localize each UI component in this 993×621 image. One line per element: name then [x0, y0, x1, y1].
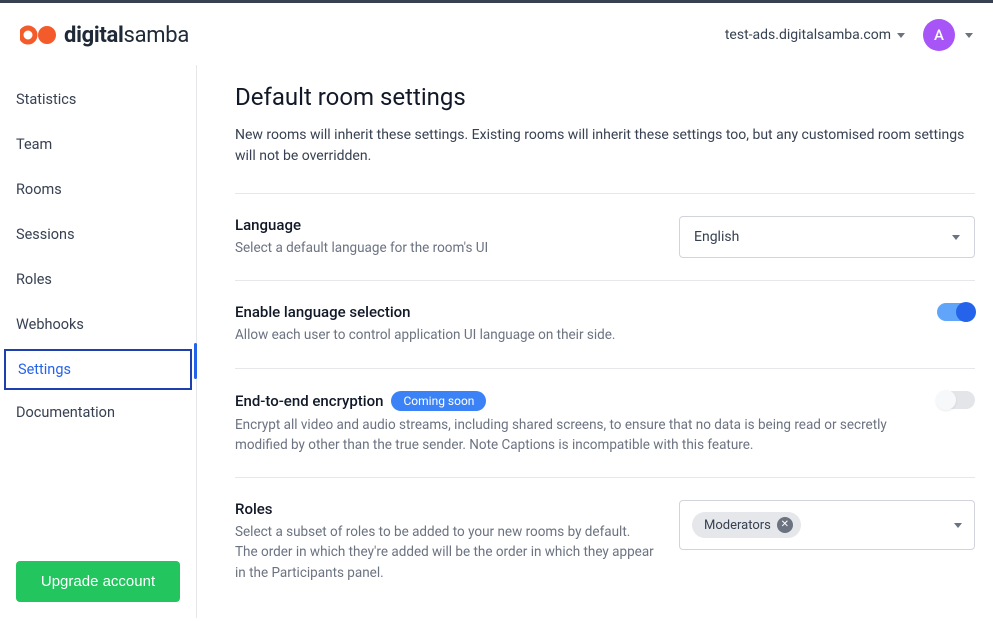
chevron-down-icon [965, 33, 973, 38]
e2e-title: End-to-end encryption Coming soon [235, 391, 891, 411]
domain-label: test-ads.digitalsamba.com [725, 27, 891, 43]
domain-dropdown[interactable]: test-ads.digitalsamba.com [725, 27, 905, 43]
sidebar-item-webhooks[interactable]: Webhooks [0, 304, 196, 345]
language-selection-title: Enable language selection [235, 303, 891, 321]
coming-soon-badge: Coming soon [391, 391, 486, 411]
header-right: test-ads.digitalsamba.com A [725, 19, 973, 51]
section-e2e-encryption: End-to-end encryption Coming soon Encryp… [235, 368, 975, 478]
page-title: Default room settings [235, 83, 975, 111]
chevron-down-icon [954, 523, 962, 528]
logo-icon [20, 25, 58, 45]
sidebar-item-team[interactable]: Team [0, 124, 196, 165]
section-language-selection: Enable language selection Allow each use… [235, 280, 975, 367]
language-selection-desc: Allow each user to control application U… [235, 325, 891, 345]
language-select-value: English [694, 229, 739, 245]
toggle-knob [956, 302, 976, 322]
sidebar-item-sessions[interactable]: Sessions [0, 214, 196, 255]
sidebar-nav: Statistics Team Rooms Sessions Roles Web… [0, 79, 196, 545]
logo[interactable]: digitalsamba [20, 23, 189, 48]
logo-text: digitalsamba [64, 23, 189, 48]
upgrade-account-button[interactable]: Upgrade account [16, 561, 180, 602]
section-language: Language Select a default language for t… [235, 193, 975, 280]
roles-title: Roles [235, 500, 655, 518]
account-menu[interactable]: A [923, 19, 973, 51]
sidebar-item-statistics[interactable]: Statistics [0, 79, 196, 120]
toggle-knob [936, 390, 956, 410]
chip-remove-icon[interactable]: ✕ [777, 517, 793, 533]
language-desc: Select a default language for the room's… [235, 238, 655, 258]
avatar: A [923, 19, 955, 51]
section-roles: Roles Select a subset of roles to be add… [235, 477, 975, 605]
role-chip-moderators: Moderators ✕ [692, 512, 801, 538]
chevron-down-icon [897, 33, 905, 38]
sidebar: Statistics Team Rooms Sessions Roles Web… [0, 65, 197, 618]
language-select[interactable]: English [679, 216, 975, 258]
e2e-desc: Encrypt all video and audio streams, inc… [235, 415, 891, 456]
language-selection-toggle[interactable] [937, 303, 975, 321]
main-content: Default room settings New rooms will inh… [197, 65, 993, 618]
roles-desc: Select a subset of roles to be added to … [235, 522, 655, 583]
active-indicator [194, 343, 197, 379]
chevron-down-icon [952, 235, 960, 240]
sidebar-item-documentation[interactable]: Documentation [0, 392, 196, 433]
sidebar-item-rooms[interactable]: Rooms [0, 169, 196, 210]
page-description: New rooms will inherit these settings. E… [235, 125, 975, 167]
header: digitalsamba test-ads.digitalsamba.com A [0, 3, 993, 65]
sidebar-item-settings[interactable]: Settings [4, 349, 192, 390]
roles-multiselect[interactable]: Moderators ✕ [679, 500, 975, 550]
sidebar-item-roles[interactable]: Roles [0, 259, 196, 300]
e2e-toggle [937, 391, 975, 409]
language-title: Language [235, 216, 655, 234]
